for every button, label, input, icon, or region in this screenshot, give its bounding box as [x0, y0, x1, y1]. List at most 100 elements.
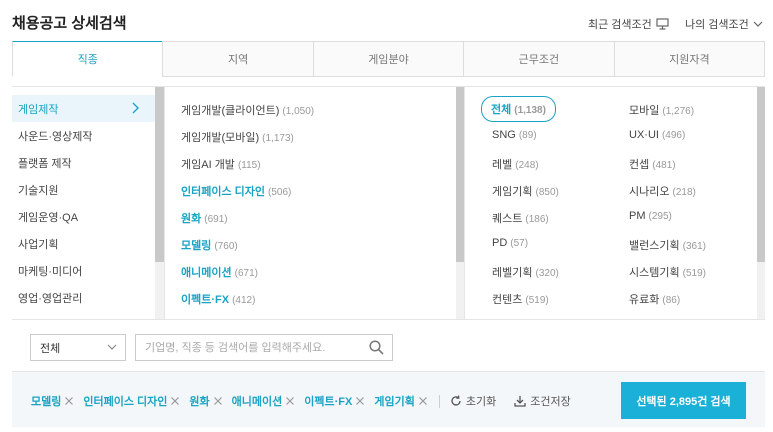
page-title: 채용공고 상세검색: [12, 15, 127, 32]
category-label: 게임제작: [18, 103, 59, 116]
subcategory-scrollbar[interactable]: [456, 87, 464, 319]
tab-region[interactable]: 지역: [162, 41, 313, 76]
specialty-scrollbar[interactable]: [757, 87, 765, 319]
tab-job[interactable]: 직종: [12, 41, 163, 77]
category-item[interactable]: 영업·영업관리: [12, 284, 155, 311]
chevron-down-icon: [107, 344, 117, 350]
search-icon[interactable]: [369, 340, 384, 355]
specialty-item[interactable]: 컨셉 (481): [629, 156, 676, 172]
specialty-count: (361): [682, 241, 706, 252]
specialty-count: (1,276): [662, 106, 695, 117]
specialty-label: 레벨기획: [492, 267, 533, 279]
recent-conditions-label: 최근 검색조건: [588, 19, 652, 31]
specialty-item-all[interactable]: 전체 (1,138): [481, 96, 556, 122]
specialty-item[interactable]: 시스템기획 (519): [629, 264, 706, 280]
specialty-item[interactable]: 밸런스기획 (361): [629, 237, 706, 253]
category-item[interactable]: 사업기획: [12, 230, 155, 257]
subcategory-count: (691): [204, 214, 228, 225]
close-icon[interactable]: [170, 396, 180, 406]
category-label: 사운드·영상제작: [18, 130, 93, 143]
category-scrollbar[interactable]: [155, 87, 164, 319]
scrollbar-thumb[interactable]: [757, 87, 765, 262]
category-item[interactable]: 플랫폼 제작: [12, 149, 155, 176]
refresh-icon: [451, 395, 461, 406]
search-scope-select[interactable]: 전체: [30, 334, 126, 361]
specialty-label: 레벨: [492, 159, 513, 171]
subcategory-item[interactable]: 애니메이션 (671): [181, 264, 258, 280]
close-icon[interactable]: [64, 396, 74, 406]
subcategory-label: 모델링: [181, 240, 212, 252]
scrollbar-thumb[interactable]: [155, 87, 164, 262]
specialty-item[interactable]: 컨텐츠 (519): [492, 291, 549, 307]
subcategory-item[interactable]: 게임개발(클라이언트) (1,050): [181, 102, 314, 118]
specialty-item[interactable]: 퀘스트 (186): [492, 210, 549, 226]
close-icon[interactable]: [213, 396, 223, 406]
subcategory-item[interactable]: 게임AI 개발 (115): [181, 156, 261, 172]
specialty-count: (295): [648, 211, 672, 222]
tab-qualifications[interactable]: 지원자격: [613, 41, 766, 76]
close-icon[interactable]: [355, 396, 365, 406]
subcategory-label: 게임개발(클라이언트): [181, 105, 280, 117]
close-icon[interactable]: [418, 396, 428, 406]
chip-label: 이펙트·FX: [304, 396, 353, 408]
subcategory-item[interactable]: 모델링 (760): [181, 237, 238, 253]
category-item[interactable]: 마케팅·미디어: [12, 257, 155, 284]
my-conditions-label: 나의 검색조건: [685, 19, 749, 31]
selected-chip: 인터페이스 디자인: [83, 393, 180, 409]
filter-tabs: 직종 지역 게임분야 근무조건 지원자격: [12, 41, 766, 77]
specialty-label: 시스템기획: [629, 267, 680, 279]
subcategory-label: 이펙트·FX: [181, 294, 230, 306]
save-condition-label: 조건저장: [530, 396, 571, 408]
specialty-item[interactable]: 레벨기획 (320): [492, 264, 559, 280]
close-icon[interactable]: [285, 396, 295, 406]
specialty-item[interactable]: 모바일 (1,276): [629, 102, 694, 118]
specialty-count: (248): [515, 160, 539, 171]
my-conditions-button[interactable]: 나의 검색조건: [685, 16, 763, 32]
subcategory-item[interactable]: 게임개발(모바일) (1,173): [181, 129, 294, 145]
selected-chip: 이펙트·FX: [304, 393, 365, 409]
category-item[interactable]: 사운드·영상제작: [12, 122, 155, 149]
save-condition-button[interactable]: 조건저장: [514, 393, 571, 409]
category-item[interactable]: 기술지원: [12, 176, 155, 203]
chip-label: 게임기획: [374, 396, 415, 408]
subcategory-item[interactable]: 이펙트·FX (412): [181, 291, 255, 307]
specialty-label: 밸런스기획: [629, 240, 680, 252]
header: 채용공고 상세검색 최근 검색조건 나의 검색조건: [0, 0, 773, 42]
subcategory-item[interactable]: 원화 (691): [181, 210, 228, 226]
specialty-item[interactable]: SNG (89): [492, 129, 537, 141]
chip-label: 원화: [189, 396, 210, 408]
specialty-item[interactable]: 레벨 (248): [492, 156, 539, 172]
category-label: 마케팅·미디어: [18, 265, 83, 278]
category-item[interactable]: 게임제작: [12, 95, 155, 122]
recent-conditions-button[interactable]: 최근 검색조건: [588, 16, 669, 32]
subcategory-label: 애니메이션: [181, 267, 232, 279]
category-label: 영업·영업관리: [18, 292, 83, 305]
chip-label: 인터페이스 디자인: [83, 396, 168, 408]
category-label: 사업기획: [18, 238, 59, 251]
subcategory-count: (1,173): [262, 133, 294, 144]
specialty-item[interactable]: 게임기획 (850): [492, 183, 559, 199]
specialty-count: (1,138): [514, 105, 546, 116]
specialty-item[interactable]: 시나리오 (218): [629, 183, 696, 199]
scrollbar-thumb[interactable]: [456, 87, 464, 262]
specialty-label: 컨텐츠: [492, 294, 523, 306]
specialty-item[interactable]: PD (57): [492, 237, 528, 249]
search-submit-button[interactable]: 선택된 2,895건 검색: [621, 382, 746, 419]
subcategory-item[interactable]: 인터페이스 디자인 (506): [181, 183, 291, 199]
search-input[interactable]: [136, 335, 356, 360]
specialty-label: 시나리오: [629, 186, 670, 198]
tab-game-field[interactable]: 게임분야: [312, 41, 464, 76]
specialty-item[interactable]: PM (295): [629, 210, 672, 222]
category-item[interactable]: 게임운영·QA: [12, 203, 155, 230]
job-selection-panel: 게임제작 사운드·영상제작 플랫폼 제작 기술지원 게임운영·QA 사업기획 마…: [12, 86, 765, 319]
reset-button[interactable]: 초기화: [450, 393, 496, 409]
chip-label: 모델링: [31, 396, 62, 408]
specialty-item[interactable]: UX·UI (496): [629, 129, 685, 141]
selected-chip: 모델링: [31, 393, 74, 409]
specialty-count: (186): [525, 214, 549, 225]
specialty-item[interactable]: 유료화 (86): [629, 291, 680, 307]
specialty-count: (57): [510, 238, 529, 249]
selected-chip: 애니메이션: [232, 393, 296, 409]
category-column: 게임제작 사운드·영상제작 플랫폼 제작 기술지원 게임운영·QA 사업기획 마…: [12, 87, 164, 319]
tab-work-conditions[interactable]: 근무조건: [463, 41, 614, 76]
